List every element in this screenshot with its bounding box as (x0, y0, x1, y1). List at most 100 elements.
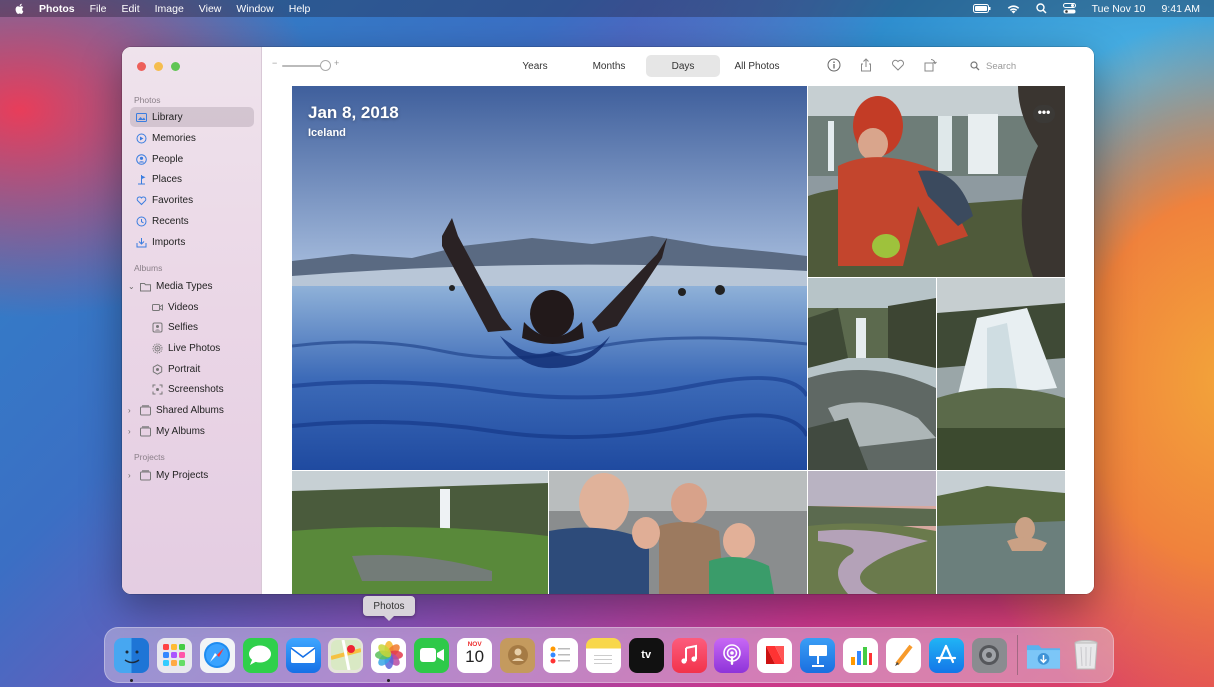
control-center-icon[interactable] (1062, 3, 1076, 14)
facetime-icon[interactable] (414, 637, 450, 673)
sidebar-item-library[interactable]: Library (130, 107, 254, 127)
sidebar-item-portrait[interactable]: Portrait (146, 359, 254, 379)
tab-years[interactable]: Years (498, 55, 572, 77)
menu-window[interactable]: Window (236, 3, 273, 15)
sidebar-item-favorites[interactable]: Favorites (130, 190, 254, 210)
photo-image (808, 86, 1065, 277)
people-icon (136, 153, 147, 165)
sidebar-item-label: My Albums (156, 425, 205, 437)
sidebar-item-videos[interactable]: Videos (146, 297, 254, 317)
search-field[interactable]: Search (964, 56, 1084, 76)
notes-icon[interactable] (585, 637, 621, 673)
pages-icon[interactable] (886, 637, 922, 673)
sidebar-item-shared-albums[interactable]: › Shared Albums (126, 400, 250, 420)
disclosure-collapsed-icon[interactable]: › (128, 427, 138, 436)
photo-river-sunset[interactable] (808, 471, 936, 594)
sidebar-item-selfies[interactable]: Selfies (146, 317, 254, 337)
menu-view[interactable]: View (199, 3, 222, 15)
photo-cascade-waterfall[interactable] (937, 278, 1065, 470)
rotate-icon[interactable] (923, 58, 937, 72)
menu-image[interactable]: Image (155, 3, 184, 15)
sidebar-item-memories[interactable]: Memories (130, 128, 254, 148)
finder-icon[interactable] (114, 637, 149, 682)
tab-days[interactable]: Days (646, 55, 720, 77)
sidebar-item-recents[interactable]: Recents (130, 211, 254, 231)
numbers-icon[interactable] (843, 637, 879, 673)
downloads-folder-icon[interactable] (1026, 638, 1061, 673)
portrait-icon (152, 363, 163, 375)
messages-icon[interactable] (242, 637, 278, 673)
battery-icon[interactable] (972, 4, 991, 13)
photo-image (808, 278, 936, 470)
menu-edit[interactable]: Edit (122, 3, 140, 15)
spotlight-search-icon[interactable] (1035, 3, 1047, 14)
minimize-button[interactable] (154, 62, 163, 71)
sidebar-item-people[interactable]: People (130, 149, 254, 169)
sidebar-item-label: Memories (152, 132, 196, 144)
music-icon[interactable] (671, 637, 707, 673)
sidebar-item-my-albums[interactable]: › My Albums (126, 421, 250, 441)
photo-hero-lagoon[interactable]: Jan 8, 2018 Iceland (292, 86, 807, 470)
app-store-icon[interactable] (928, 637, 964, 673)
menu-app-name[interactable]: Photos (39, 3, 75, 15)
favorite-heart-icon[interactable] (891, 58, 905, 72)
photo-hiker-red-jacket[interactable]: ••• (808, 86, 1065, 277)
tab-all-photos[interactable]: All Photos (720, 55, 794, 77)
moment-location[interactable]: Iceland (308, 127, 346, 139)
photos-window: Photos Library Memories People Places Fa… (122, 47, 1094, 594)
window-controls (137, 62, 180, 71)
close-button[interactable] (137, 62, 146, 71)
sidebar-item-screenshots[interactable]: Screenshots (146, 379, 254, 399)
disclosure-expanded-icon[interactable]: ⌄ (128, 282, 138, 291)
launchpad-icon[interactable] (156, 637, 192, 673)
live-photo-icon (152, 343, 163, 354)
zoom-slider-knob[interactable] (320, 60, 331, 71)
menu-help[interactable]: Help (289, 3, 311, 15)
running-indicator (130, 678, 133, 682)
album-icon (140, 425, 151, 437)
photo-family-selfie[interactable] (549, 471, 807, 594)
maps-icon[interactable] (328, 637, 364, 673)
keynote-icon[interactable] (800, 637, 836, 673)
menu-date[interactable]: Tue Nov 10 (1092, 3, 1146, 15)
safari-icon[interactable] (199, 637, 235, 673)
menu-time[interactable]: 9:41 AM (1161, 3, 1200, 15)
photo-canyon-waterfall[interactable] (808, 278, 936, 470)
sidebar-item-label: Live Photos (168, 342, 221, 354)
calendar-icon[interactable]: NOV 10 (457, 637, 493, 673)
dock-tooltip: Photos (363, 596, 415, 621)
photos-app-icon[interactable] (371, 637, 407, 682)
disclosure-collapsed-icon[interactable]: › (128, 471, 138, 480)
dock: NOV 10 tv (104, 627, 1114, 683)
podcasts-icon[interactable] (714, 637, 750, 673)
contacts-icon[interactable] (500, 637, 536, 673)
trash-icon[interactable] (1069, 638, 1104, 673)
photo-green-valley-waterfall[interactable] (292, 471, 548, 594)
sidebar-item-media-types[interactable]: ⌄ Media Types (126, 276, 250, 296)
wifi-icon[interactable] (1007, 4, 1020, 14)
sidebar-item-label: Library (152, 111, 183, 123)
mail-icon[interactable] (285, 637, 321, 673)
sidebar-item-live-photos[interactable]: Live Photos (146, 338, 254, 358)
share-icon[interactable] (859, 58, 873, 72)
video-icon (152, 302, 163, 313)
sidebar-item-places[interactable]: Places (130, 169, 254, 189)
apple-menu-icon[interactable] (14, 3, 26, 15)
tab-months[interactable]: Months (572, 55, 646, 77)
search-placeholder: Search (986, 60, 1017, 72)
info-icon[interactable] (827, 58, 841, 72)
sidebar-item-my-projects[interactable]: › My Projects (126, 465, 250, 485)
news-icon[interactable] (757, 637, 793, 673)
sidebar-item-label: People (152, 153, 184, 165)
apple-tv-icon[interactable]: tv (628, 637, 664, 673)
sidebar-item-imports[interactable]: Imports (130, 232, 254, 252)
system-preferences-icon[interactable] (971, 637, 1007, 673)
photo-hot-spring-swimmer[interactable] (937, 471, 1065, 594)
menu-file[interactable]: File (90, 3, 107, 15)
sidebar-item-label: Media Types (156, 280, 213, 292)
disclosure-collapsed-icon[interactable]: › (128, 406, 138, 415)
more-options-button[interactable]: ••• (1033, 105, 1055, 123)
reminders-icon[interactable] (542, 637, 578, 673)
selfie-icon (152, 322, 163, 333)
zoom-button[interactable] (171, 62, 180, 71)
